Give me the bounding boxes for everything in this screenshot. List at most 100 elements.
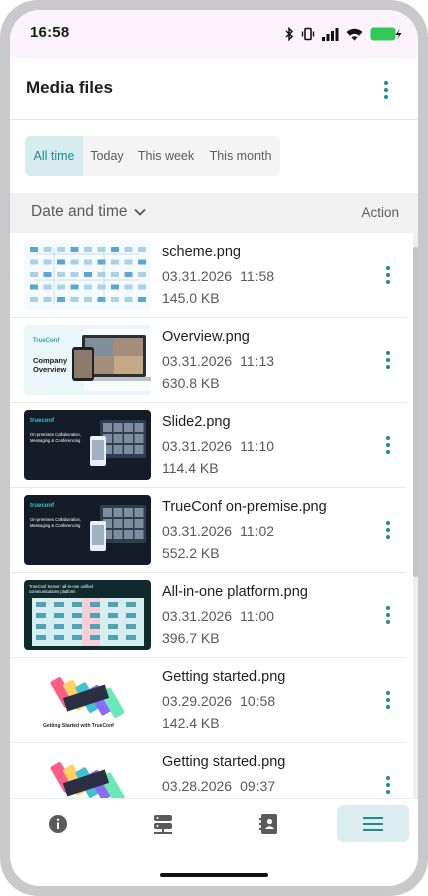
info-icon <box>49 814 67 833</box>
file-time: 11:02 <box>240 523 275 539</box>
file-thumbnail[interactable] <box>24 240 151 310</box>
file-thumbnail[interactable]: TrueConf Server: all-in-one unified commu… <box>24 580 151 650</box>
phone-frame: 16:58 Media files All time Today This we… <box>0 0 428 896</box>
file-thumbnail[interactable]: Getting Started with TrueConf <box>24 750 151 798</box>
file-datetime: 03.31.2026 11:58 <box>162 268 274 284</box>
file-datetime: 03.29.2026 10:58 <box>162 693 275 709</box>
scrollbar-thumb[interactable] <box>413 247 418 577</box>
more-vertical-icon[interactable] <box>376 263 400 287</box>
thumb-brand: trueconf <box>30 418 55 424</box>
file-row[interactable]: TrueConf Server: all-in-one unified commu… <box>10 573 406 658</box>
file-thumbnail[interactable]: trueconf On-premises Collaboration, Messag… <box>24 495 151 565</box>
home-indicator[interactable] <box>160 873 268 877</box>
file-time: 11:13 <box>240 353 275 369</box>
thumb-brand: trueconf <box>30 503 55 509</box>
file-name: Slide2.png <box>162 414 231 430</box>
thumb-brand: TrueConf <box>33 338 60 344</box>
signal-icon <box>322 27 339 41</box>
thumb-caption: Getting Started with TrueConf <box>43 723 114 729</box>
thumb-title-line: On-premises Collaboration, <box>30 517 81 522</box>
screen: 16:58 Media files All time Today This we… <box>10 10 418 886</box>
menu-icon <box>363 816 383 831</box>
file-date: 03.31.2026 <box>162 523 233 539</box>
sort-label: Date and time <box>31 203 128 220</box>
more-vertical-icon[interactable] <box>376 518 400 542</box>
file-datetime: 03.31.2026 11:02 <box>162 523 274 539</box>
file-row[interactable]: trueconf On-premises Collaboration, Messag… <box>10 403 406 488</box>
nav-menu[interactable] <box>337 805 409 842</box>
file-name: Overview.png <box>162 329 250 345</box>
file-name: All-in-one platform.png <box>162 584 308 600</box>
more-vertical-icon[interactable] <box>376 773 400 797</box>
file-row[interactable]: Getting Started with TrueConf Getting sta… <box>10 743 406 798</box>
more-vertical-icon[interactable] <box>376 348 400 372</box>
file-time: 11:00 <box>240 608 275 624</box>
thumb-title-line: Messaging & Conferencing <box>30 438 81 443</box>
nav-server[interactable] <box>127 805 199 842</box>
file-date: 03.29.2026 <box>162 693 233 709</box>
file-size: 142.4 KB <box>162 715 220 731</box>
more-vertical-icon[interactable] <box>376 603 400 627</box>
status-icons <box>285 25 402 43</box>
sort-by-date-button[interactable]: Date and time <box>31 203 146 221</box>
file-datetime: 03.31.2026 11:10 <box>162 438 274 454</box>
file-date: 03.31.2026 <box>162 608 233 624</box>
file-date: 03.31.2026 <box>162 438 233 454</box>
tab-all-time[interactable]: All time <box>25 136 83 176</box>
nav-info[interactable] <box>22 805 94 842</box>
file-name: TrueConf on-premise.png <box>162 499 327 515</box>
action-column-label: Action <box>361 205 399 220</box>
bottom-navigation <box>10 798 418 848</box>
file-thumbnail[interactable]: TrueConf Company Overview <box>24 325 151 395</box>
status-bar: 16:58 <box>10 10 418 58</box>
file-row[interactable]: Getting Started with TrueConf Getting sta… <box>10 658 406 743</box>
file-datetime: 03.31.2026 11:13 <box>162 353 274 369</box>
file-row[interactable]: scheme.png 03.31.2026 11:58 145.0 KB <box>10 233 406 318</box>
more-vertical-icon[interactable] <box>376 433 400 457</box>
file-size: 145.0 KB <box>162 290 220 306</box>
list-header: Date and time Action <box>10 193 418 233</box>
status-time: 16:58 <box>30 24 70 41</box>
thumb-title-line: Company <box>33 356 68 365</box>
thumb-title-line: On-premises Collaboration, <box>30 432 81 437</box>
contacts-book-icon <box>259 813 277 834</box>
app-bar: Media files <box>10 58 418 120</box>
tab-this-month[interactable]: This month <box>201 136 280 176</box>
media-file-list: scheme.png 03.31.2026 11:58 145.0 KB TrueCon… <box>10 233 418 798</box>
more-vertical-icon[interactable] <box>374 78 398 102</box>
tab-this-week[interactable]: This week <box>131 136 201 176</box>
file-date: 03.31.2026 <box>162 353 233 369</box>
bluetooth-icon <box>285 27 294 41</box>
file-row[interactable]: TrueConf Company Overview Overview.png 03.31… <box>10 318 406 403</box>
more-vertical-icon[interactable] <box>376 688 400 712</box>
file-thumbnail[interactable]: trueconf On-premises Collaboration, Messag… <box>24 410 151 480</box>
scrollbar[interactable] <box>413 233 418 798</box>
server-icon <box>154 814 172 834</box>
file-time: 10:58 <box>240 693 276 709</box>
time-filter-tabs: All time Today This week This month <box>25 136 280 176</box>
file-datetime: 03.31.2026 11:00 <box>162 608 274 624</box>
thumb-title-line: Overview <box>33 365 67 374</box>
file-time: 11:10 <box>240 438 275 454</box>
battery-charging-icon <box>370 27 402 41</box>
file-name: Getting started.png <box>162 669 286 685</box>
page-title: Media files <box>26 78 113 97</box>
thumb-title-line: communications platform <box>29 589 76 594</box>
vibrate-icon <box>301 27 315 41</box>
file-date: 03.28.2026 <box>162 778 233 794</box>
file-datetime: 03.28.2026 09:37 <box>162 778 275 794</box>
thumb-title-line: Messaging & Conferencing <box>30 523 81 528</box>
tab-today[interactable]: Today <box>83 136 131 176</box>
file-date: 03.31.2026 <box>162 268 233 284</box>
file-row[interactable]: trueconf On-premises Collaboration, Messag… <box>10 488 406 573</box>
file-size: 630.8 KB <box>162 375 220 391</box>
chevron-down-icon <box>133 208 146 216</box>
wifi-icon <box>346 28 363 40</box>
file-time: 09:37 <box>240 778 276 794</box>
file-name: Getting started.png <box>162 754 286 770</box>
file-size: 114.4 KB <box>162 460 219 476</box>
file-thumbnail[interactable]: Getting Started with TrueConf <box>24 665 151 735</box>
nav-contacts[interactable] <box>232 805 304 842</box>
file-name: scheme.png <box>162 244 241 260</box>
file-time: 11:58 <box>240 268 275 284</box>
